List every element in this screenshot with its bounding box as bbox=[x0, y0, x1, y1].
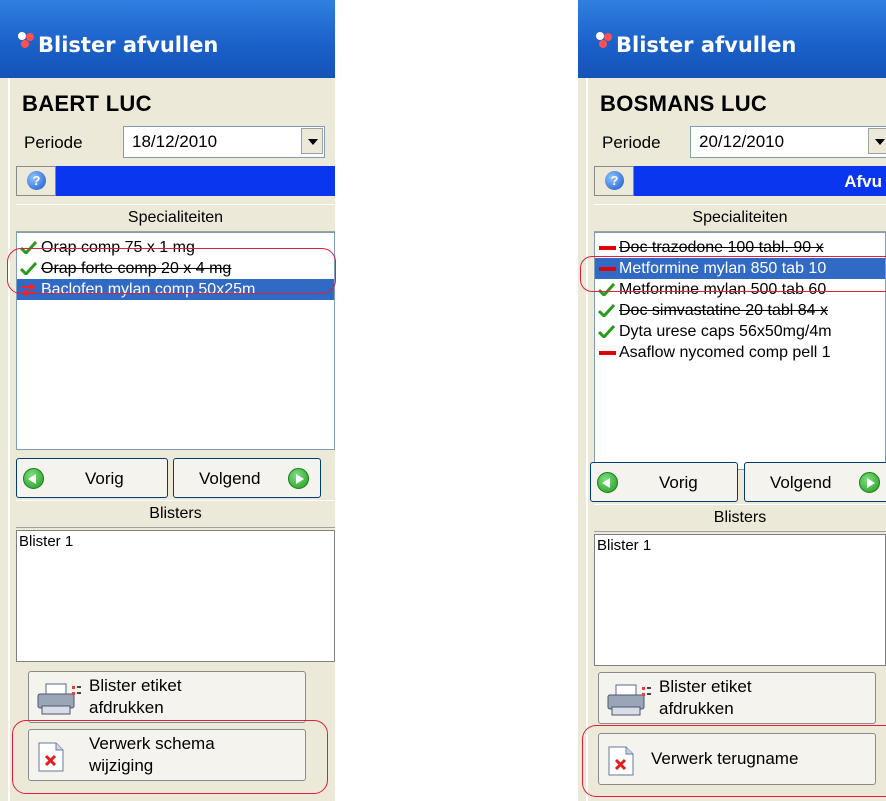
left-window: Blister afvullen BAERT LUC Periode 18/12… bbox=[0, 0, 335, 801]
period-label: Periode bbox=[602, 133, 661, 152]
specialiteiten-header: Specialiteiten bbox=[16, 204, 335, 232]
list-item[interactable]: Doc simvastatine 20 tabl 84 x bbox=[595, 300, 885, 321]
minus-icon bbox=[599, 267, 616, 271]
list-item[interactable]: Orap forte comp 20 x 4 mg bbox=[17, 258, 334, 279]
item-label: Dyta urese caps 56x50mg/4m bbox=[619, 323, 832, 340]
list-item[interactable]: Dyta urese caps 56x50mg/4m bbox=[595, 321, 885, 342]
check-icon bbox=[20, 241, 37, 254]
minus-icon bbox=[599, 351, 616, 355]
help-button[interactable]: ? bbox=[594, 166, 634, 196]
specialiteiten-header: Specialiteiten bbox=[594, 204, 886, 232]
check-icon bbox=[598, 283, 615, 296]
process-label-line1: Verwerk schema bbox=[89, 734, 215, 753]
change-icon bbox=[21, 283, 36, 296]
item-label: Orap forte comp 20 x 4 mg bbox=[41, 260, 232, 277]
arrow-left-icon bbox=[23, 468, 44, 489]
period-date-select[interactable]: 20/12/2010 bbox=[690, 126, 886, 158]
chevron-down-icon[interactable] bbox=[301, 128, 323, 154]
list-item[interactable]: Asaflow nycomed comp pell 1 bbox=[595, 342, 885, 363]
print-label-line1: Blister etiket bbox=[659, 677, 752, 696]
info-bar: ? bbox=[16, 166, 335, 196]
next-button[interactable]: Volgend bbox=[744, 462, 886, 502]
next-button[interactable]: Volgend bbox=[173, 458, 321, 498]
app-icon bbox=[18, 32, 34, 48]
arrow-right-icon bbox=[859, 472, 880, 493]
blisters-header: Blisters bbox=[594, 504, 886, 532]
document-error-icon bbox=[38, 742, 64, 772]
print-label-line2: afdrukken bbox=[659, 699, 734, 718]
patient-name: BAERT LUC bbox=[22, 91, 152, 116]
help-icon: ? bbox=[605, 171, 624, 190]
specialiteiten-list[interactable]: Doc trazodone 100 tabl. 90 x Metformine … bbox=[594, 232, 886, 470]
print-label-line1: Blister etiket bbox=[89, 676, 182, 695]
item-label: Asaflow nycomed comp pell 1 bbox=[619, 344, 831, 361]
blisters-list[interactable]: Blister 1 bbox=[594, 534, 886, 666]
print-label-button[interactable]: Blister etiket afdrukken bbox=[598, 672, 876, 724]
blisters-header: Blisters bbox=[16, 500, 335, 528]
patient-name: BOSMANS LUC bbox=[600, 91, 768, 116]
blister-label: Blister 1 bbox=[19, 533, 74, 550]
item-label: Orap comp 75 x 1 mg bbox=[41, 239, 195, 256]
process-label-line2: wijziging bbox=[89, 756, 154, 775]
prev-label: Vorig bbox=[659, 473, 698, 492]
title-bar: Blister afvullen bbox=[0, 0, 335, 78]
info-bar: ? Afvu bbox=[594, 166, 886, 196]
blisters-list[interactable]: Blister 1 bbox=[16, 530, 335, 662]
list-item[interactable]: Blister 1 bbox=[595, 535, 885, 556]
next-label: Volgend bbox=[199, 469, 261, 488]
period-date-value: 18/12/2010 bbox=[132, 132, 218, 151]
period-date-select[interactable]: 18/12/2010 bbox=[123, 126, 325, 158]
list-item[interactable]: Doc trazodone 100 tabl. 90 x bbox=[595, 237, 885, 258]
chevron-down-icon[interactable] bbox=[868, 128, 886, 154]
help-icon: ? bbox=[27, 171, 46, 190]
right-window: Blister afvullen BOSMANS LUC Periode 20/… bbox=[578, 0, 886, 801]
prev-button[interactable]: Vorig bbox=[16, 458, 168, 498]
arrow-left-icon bbox=[597, 472, 618, 493]
prev-label: Vorig bbox=[85, 469, 124, 488]
window-title: Blister afvullen bbox=[38, 33, 219, 57]
specialiteiten-list[interactable]: Orap comp 75 x 1 mg Orap forte comp 20 x… bbox=[16, 232, 335, 450]
blister-label: Blister 1 bbox=[597, 537, 652, 554]
item-label: Metformine mylan 500 tab 60 bbox=[619, 281, 827, 298]
print-label-button[interactable]: Blister etiket afdrukken bbox=[28, 671, 306, 723]
process-label-line1: Verwerk terugname bbox=[651, 749, 799, 768]
arrow-right-icon bbox=[288, 468, 309, 489]
item-label: Doc simvastatine 20 tabl 84 x bbox=[619, 302, 828, 319]
list-item-selected[interactable]: Baclofen mylan comp 50x25m bbox=[17, 279, 334, 300]
window-title: Blister afvullen bbox=[616, 33, 797, 57]
list-item-selected[interactable]: Metformine mylan 850 tab 10 bbox=[595, 258, 885, 279]
period-label: Periode bbox=[24, 133, 83, 152]
period-date-value: 20/12/2010 bbox=[699, 132, 785, 151]
item-label: Metformine mylan 850 tab 10 bbox=[619, 260, 827, 277]
print-label-line2: afdrukken bbox=[89, 698, 164, 717]
printer-icon bbox=[607, 684, 651, 716]
list-item[interactable]: Blister 1 bbox=[17, 531, 334, 552]
item-label: Baclofen mylan comp 50x25m bbox=[41, 281, 256, 298]
help-button[interactable]: ? bbox=[16, 166, 56, 196]
prev-button[interactable]: Vorig bbox=[590, 462, 738, 502]
app-icon bbox=[596, 32, 612, 48]
check-icon bbox=[598, 304, 615, 317]
process-return-button[interactable]: Verwerk terugname bbox=[598, 733, 876, 785]
bar-text: Afvu bbox=[844, 172, 882, 191]
process-schema-button[interactable]: Verwerk schema wijziging bbox=[28, 729, 306, 781]
minus-icon bbox=[599, 246, 616, 250]
window-content: BOSMANS LUC Periode 20/12/2010 ? Afvu Sp… bbox=[586, 78, 886, 801]
title-bar: Blister afvullen bbox=[578, 0, 886, 78]
next-label: Volgend bbox=[770, 473, 832, 492]
window-content: BAERT LUC Periode 18/12/2010 ? Specialit… bbox=[8, 78, 335, 801]
check-icon bbox=[598, 325, 615, 338]
printer-icon bbox=[37, 683, 81, 715]
check-icon bbox=[20, 262, 37, 275]
list-item[interactable]: Orap comp 75 x 1 mg bbox=[17, 237, 334, 258]
list-item[interactable]: Metformine mylan 500 tab 60 bbox=[595, 279, 885, 300]
document-error-icon bbox=[608, 746, 634, 776]
item-label: Doc trazodone 100 tabl. 90 x bbox=[619, 239, 824, 256]
